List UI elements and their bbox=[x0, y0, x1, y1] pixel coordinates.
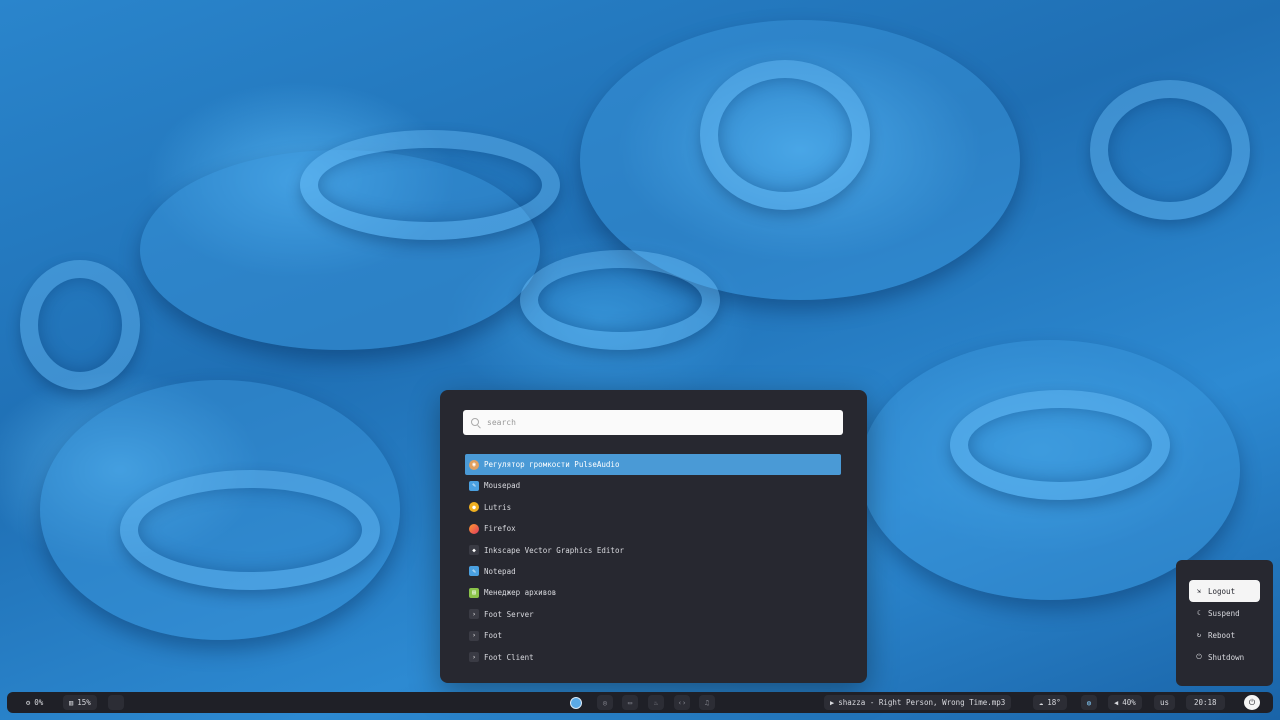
memory-icon: ▥ bbox=[69, 698, 74, 707]
notepad-icon: ✎ bbox=[469, 566, 479, 577]
app-item-pulseaudio-volume[interactable]: ◉ Регулятор громкости PulseAudio bbox=[465, 454, 841, 475]
workspace-6-button[interactable]: ♫ bbox=[699, 695, 715, 710]
headphones-icon: ♫ bbox=[704, 698, 710, 707]
workspace-1-button[interactable] bbox=[568, 695, 584, 710]
workspace-active-icon bbox=[570, 696, 582, 709]
tray-button[interactable] bbox=[108, 695, 124, 710]
wallpaper-ring bbox=[1090, 80, 1250, 220]
workspace-5-button[interactable]: ‹› bbox=[674, 695, 690, 710]
search-box[interactable] bbox=[463, 410, 843, 435]
power-icon: ⏻ bbox=[1248, 697, 1256, 707]
app-label: Lutris bbox=[484, 502, 512, 512]
app-label: Notepad bbox=[484, 566, 516, 576]
volume-widget[interactable]: ◀ 40% bbox=[1108, 695, 1142, 710]
speaker-icon: ◉ bbox=[469, 459, 479, 470]
app-item-inkscape[interactable]: ◆ Inkscape Vector Graphics Editor bbox=[465, 540, 841, 561]
flame-icon: ♨ bbox=[653, 698, 659, 707]
wallpaper-ring bbox=[120, 470, 380, 590]
network-button[interactable]: ◍ bbox=[1081, 695, 1097, 710]
status-bar: ⚙ 0% ▥ 15% ◎ ▭ ♨ ‹› ♫ ▶ shazza - Right P… bbox=[7, 692, 1273, 713]
lutris-icon: ● bbox=[469, 502, 479, 513]
wallpaper-ring bbox=[950, 390, 1170, 500]
media-player-widget[interactable]: ▶ shazza - Right Person, Wrong Time.mp3 bbox=[824, 695, 1012, 710]
archive-icon: ▤ bbox=[469, 587, 479, 598]
app-item-archive-manager[interactable]: ▤ Менеджер архивов bbox=[465, 582, 841, 603]
search-icon bbox=[471, 417, 481, 428]
weather-value: 18° bbox=[1047, 698, 1061, 707]
app-label: Firefox bbox=[484, 524, 516, 534]
workspace-2-button[interactable]: ◎ bbox=[597, 695, 613, 710]
power-button[interactable]: ⏻ bbox=[1244, 695, 1260, 710]
wallpaper-ring bbox=[20, 260, 140, 390]
settings-icon: ◎ bbox=[602, 698, 608, 707]
cpu-widget[interactable]: ⚙ 0% bbox=[20, 695, 49, 710]
app-item-mousepad[interactable]: ✎ Mousepad bbox=[465, 475, 841, 496]
power-menu: ⇲ Logout ☾ Suspend ↻ Reboot ⏻ Shutdown bbox=[1176, 560, 1273, 686]
text-editor-icon: ✎ bbox=[469, 480, 479, 491]
app-launcher: ◉ Регулятор громкости PulseAudio ✎ Mouse… bbox=[440, 390, 867, 683]
clock-value: 20:18 bbox=[1194, 698, 1217, 707]
play-icon: ▶ bbox=[830, 698, 835, 707]
memory-value: 15% bbox=[77, 698, 91, 707]
suspend-label: Suspend bbox=[1208, 608, 1240, 618]
globe-icon: ◍ bbox=[1086, 698, 1092, 707]
volume-value: 40% bbox=[1122, 698, 1136, 707]
app-label: Foot Client bbox=[484, 652, 534, 662]
wallpaper-ring bbox=[700, 60, 870, 210]
keyboard-layout-value: us bbox=[1160, 698, 1170, 707]
search-input[interactable] bbox=[487, 418, 827, 427]
firefox-icon bbox=[469, 523, 479, 534]
terminal-icon: › bbox=[469, 630, 479, 641]
cloud-icon: ☁ bbox=[1039, 698, 1044, 707]
terminal-icon: › bbox=[469, 609, 479, 620]
shutdown-button[interactable]: ⏻ Shutdown bbox=[1189, 646, 1260, 668]
app-item-foot[interactable]: › Foot bbox=[465, 625, 841, 646]
app-item-notepad[interactable]: ✎ Notepad bbox=[465, 561, 841, 582]
wallpaper-ring bbox=[520, 250, 720, 350]
weather-widget[interactable]: ☁ 18° bbox=[1033, 695, 1067, 710]
terminal-icon: › bbox=[469, 652, 479, 663]
app-label: Регулятор громкости PulseAudio bbox=[484, 460, 620, 469]
wallpaper-ring bbox=[300, 130, 560, 240]
cpu-icon: ⚙ bbox=[26, 698, 31, 707]
logout-button[interactable]: ⇲ Logout bbox=[1189, 580, 1260, 602]
cpu-value: 0% bbox=[34, 698, 44, 707]
app-label: Inkscape Vector Graphics Editor bbox=[484, 545, 624, 555]
keyboard-layout-widget[interactable]: us bbox=[1154, 695, 1176, 710]
suspend-button[interactable]: ☾ Suspend bbox=[1189, 602, 1260, 624]
app-item-firefox[interactable]: Firefox bbox=[465, 518, 841, 539]
app-label: Foot bbox=[484, 631, 503, 641]
reboot-icon: ↻ bbox=[1196, 631, 1202, 639]
app-label: Mousepad bbox=[484, 481, 521, 491]
now-playing: shazza - Right Person, Wrong Time.mp3 bbox=[838, 698, 1006, 707]
workspace-4-button[interactable]: ♨ bbox=[648, 695, 664, 710]
shutdown-label: Shutdown bbox=[1208, 652, 1245, 662]
memory-widget[interactable]: ▥ 15% bbox=[63, 695, 97, 710]
code-icon: ‹› bbox=[677, 698, 687, 707]
workspace-3-button[interactable]: ▭ bbox=[622, 695, 638, 710]
monitor-icon: ▭ bbox=[627, 698, 633, 707]
reboot-button[interactable]: ↻ Reboot bbox=[1189, 624, 1260, 646]
inkscape-icon: ◆ bbox=[469, 545, 479, 556]
app-label: Foot Server bbox=[484, 609, 534, 619]
moon-icon: ☾ bbox=[1196, 609, 1202, 617]
volume-icon: ◀ bbox=[1114, 698, 1119, 707]
app-list: ◉ Регулятор громкости PulseAudio ✎ Mouse… bbox=[465, 454, 841, 668]
app-label: Менеджер архивов bbox=[484, 588, 557, 598]
app-item-lutris[interactable]: ● Lutris bbox=[465, 497, 841, 518]
app-item-foot-client[interactable]: › Foot Client bbox=[465, 647, 841, 668]
reboot-label: Reboot bbox=[1208, 630, 1236, 640]
logout-icon: ⇲ bbox=[1196, 587, 1202, 595]
app-item-foot-server[interactable]: › Foot Server bbox=[465, 604, 841, 625]
power-icon: ⏻ bbox=[1196, 652, 1202, 661]
clock-widget[interactable]: 20:18 bbox=[1186, 695, 1225, 710]
logout-label: Logout bbox=[1208, 586, 1236, 596]
